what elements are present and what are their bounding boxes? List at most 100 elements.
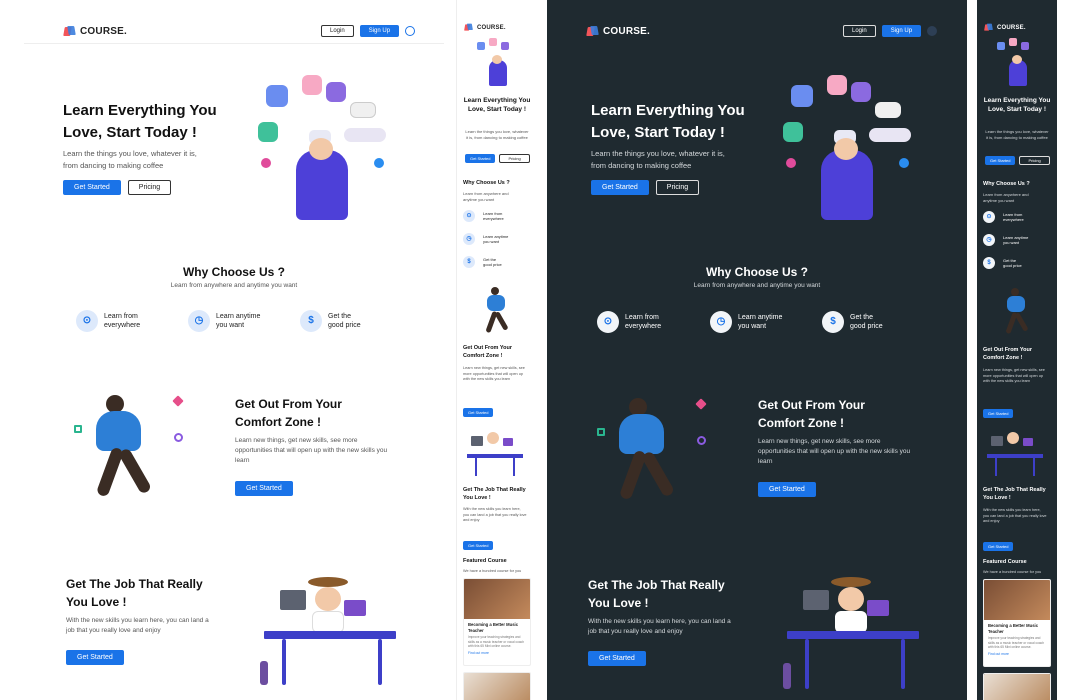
comfort-title-line1: Get Out From Your [235,397,342,411]
feature-item: ◷ Learn anytime you want [710,311,782,333]
get-started-button[interactable]: Get Started [985,156,1016,165]
logo-icon [64,26,75,37]
feature-item: $ Get the good price [983,257,1022,269]
login-button[interactable]: Login [843,25,876,37]
header-divider [24,43,444,44]
comfort-get-started-button[interactable]: Get Started [463,408,494,417]
hero-illustration [779,70,919,225]
comfort-illustration [74,385,194,515]
job-title: Get The Job That Really You Love ! [463,487,526,501]
hero-title-line2: Love, Start Today ! [63,124,197,141]
job-get-started-button[interactable]: Get Started [463,541,494,550]
course-card[interactable] [463,672,531,700]
comfort-text: Learn new things, get new skills, see mo… [463,366,525,381]
job-title-line2: You Love ! [66,595,127,609]
brand-logo[interactable]: COURSE. [64,26,127,37]
hero-subtitle: Learn the things you love, whatever it i… [591,149,725,158]
comfort-text: Learn new things, get new skills, see mo… [235,437,358,444]
signup-button[interactable]: Sign Up [359,25,400,37]
featured-text: We have a hundred course for you [983,570,1042,574]
course-card[interactable]: Becoming a Better Music Teacher Improve … [463,578,531,666]
feature-item: ⊙ Learn from everywhere [597,311,661,333]
clock-icon: ◷ [463,233,475,245]
get-started-button[interactable]: Get Started [465,154,496,163]
comfort-title-line2: Comfort Zone ! [758,416,844,430]
job-text: With the new skills you learn here, you … [588,618,731,625]
dollar-icon: $ [822,311,844,333]
course-card[interactable] [983,673,1051,700]
course-link[interactable]: Find out more [468,651,526,655]
brand-logo[interactable]: COURSE. [587,26,650,37]
job-illustration [783,565,928,700]
get-started-button[interactable]: Get Started [591,180,649,195]
logo-icon [465,24,473,32]
dollar-icon: $ [463,256,475,268]
comfort-title-line1: Get Out From Your [758,398,865,412]
brand-logo[interactable]: COURSE. [983,22,1026,33]
job-title-line1: Get The Job That Really [588,578,725,592]
feature-item: ◷ Learn anytime you want [983,234,1028,246]
comfort-illustration [999,286,1039,336]
clock-icon: ◷ [188,310,210,332]
job-text: With the new skills you learn here, you … [66,617,209,624]
comfort-get-started-button[interactable]: Get Started [758,482,816,497]
hero-title-line2: Love, Start Today ! [591,124,725,141]
feature-item: ⊙ Learn from everywhere [76,310,140,332]
location-pin-icon: ⊙ [76,310,98,332]
comfort-get-started-button[interactable]: Get Started [983,409,1014,418]
brand-logo[interactable]: COURSE. [463,22,506,33]
logo-icon [587,26,598,37]
clock-icon: ◷ [983,234,995,246]
job-get-started-button[interactable]: Get Started [588,651,646,666]
pricing-button[interactable]: Pricing [655,180,700,195]
hero-title: Learn Everything You Love, Start Today ! [463,97,531,113]
dollar-icon: $ [983,257,995,269]
feature-item: ⊙ Learn from everywhere [983,211,1024,223]
job-illustration [260,565,405,695]
login-button[interactable]: Login [321,25,354,37]
job-get-started-button[interactable]: Get Started [66,650,124,665]
hero-title-line1: Learn Everything You [63,102,217,119]
sun-icon[interactable] [405,26,416,36]
course-title: Becoming a Better Music Teacher [988,623,1039,634]
comfort-get-started-button[interactable]: Get Started [235,481,293,496]
course-card[interactable]: Becoming a Better Music Teacher Improve … [983,579,1051,667]
pricing-button[interactable]: Pricing [499,154,530,163]
feature-item: ◷ Learn anytime you want [188,310,260,332]
pricing-button[interactable]: Pricing [1019,156,1050,165]
course-link[interactable]: Find out more [988,652,1046,656]
hero-illustration [475,38,521,88]
job-get-started-button[interactable]: Get Started [983,542,1014,551]
get-started-button[interactable]: Get Started [63,180,121,195]
feature-item: $ Get the good price [463,256,502,268]
job-text: With the new skills you learn here, you … [463,507,527,522]
featured-text: We have a hundred course for you [463,569,522,573]
location-pin-icon: ⊙ [597,311,619,333]
desktop-light-view: COURSE. Login Sign Up Learn Everything Y… [24,0,444,700]
why-subtitle: Learn from anywhere and anytime you want [170,282,298,289]
hero-subtitle: Learn the things you love, whatever it i… [63,149,197,158]
location-pin-icon: ⊙ [463,210,475,222]
course-text: Improve your teaching strategies and ski… [468,635,524,649]
desktop-dark-view: COURSE. Login Sign Up Learn Everything Y… [547,0,967,700]
location-pin-icon: ⊙ [983,211,995,223]
mobile-light-view: COURSE. Learn Everything You Love, Start… [456,0,536,700]
hero-title-line1: Learn Everything You [591,102,745,119]
pricing-button[interactable]: Pricing [127,180,172,195]
comfort-illustration [479,285,519,335]
why-text: Learn from anywhere and anytime you want [463,191,509,202]
comfort-text: Learn new things, get new skills, see mo… [758,438,881,445]
job-title-line1: Get The Job That Really [66,577,203,591]
signup-button[interactable]: Sign Up [881,25,922,37]
why-title: Why Choose Us ? [705,265,808,279]
moon-icon[interactable] [927,26,938,36]
feature-item: ⊙ Learn from everywhere [463,210,504,222]
job-illustration [467,428,523,478]
comfort-title-line2: Comfort Zone ! [235,415,321,429]
feature-item: ◷ Learn anytime you want [463,233,508,245]
featured-title: Featured Course [983,559,1027,565]
job-title-line2: You Love ! [588,596,649,610]
why-title: Why Choose Us ? [983,181,1030,187]
hero-illustration [254,70,394,225]
course-image [984,674,1050,700]
